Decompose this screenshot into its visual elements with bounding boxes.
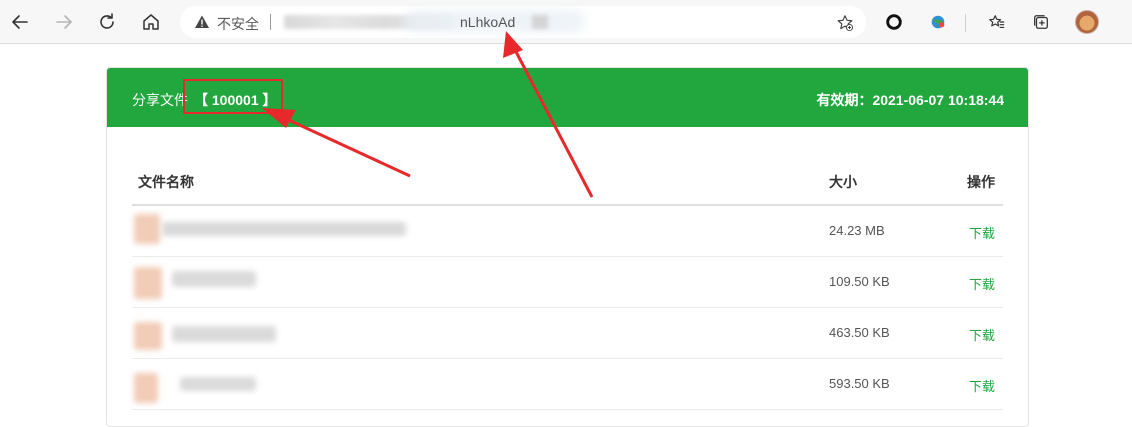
add-favorite-icon[interactable] [834,12,856,34]
file-icon-redacted [134,214,160,244]
download-link[interactable]: 下载 [969,274,995,293]
download-link[interactable]: 下载 [969,325,995,344]
file-icon-redacted [134,373,158,403]
file-size: 24.23 MB [829,223,885,238]
collections-icon[interactable] [1027,8,1055,36]
share-card: 分享文件 【 100001 】 有效期：2021-06-07 10:18:44 … [106,67,1029,427]
table-row: 24.23 MB 下载 [132,206,1003,257]
file-name-redacted [172,271,256,287]
forward-arrow-icon[interactable] [50,8,78,36]
table-row: 463.50 KB 下载 [132,308,1003,359]
home-icon[interactable] [137,8,165,36]
header-size: 大小 [829,174,857,190]
header-action: 操作 [967,174,995,190]
file-size: 109.50 KB [829,274,890,289]
file-size: 593.50 KB [829,376,890,391]
expiry-text: 有效期：2021-06-07 10:18:44 [816,92,1004,108]
header-filename: 文件名称 [138,174,194,190]
favorites-icon[interactable] [983,8,1011,36]
extension-globe-icon[interactable] [924,8,952,36]
download-link[interactable]: 下载 [969,376,995,395]
back-arrow-icon[interactable] [6,8,34,36]
extension-circle-icon[interactable] [880,8,908,36]
file-name-redacted [172,326,276,342]
table-row: 593.50 KB 下载 [132,359,1003,410]
toolbar-divider [965,14,966,32]
address-bar[interactable]: 不安全 nLhkoAd [180,6,866,38]
row-divider [132,409,1003,410]
url-redacted-tail [532,15,548,29]
reload-icon[interactable] [93,8,121,36]
browser-toolbar: 不安全 nLhkoAd [0,0,1132,44]
address-divider [270,14,271,30]
insecure-label[interactable]: 不安全 [217,14,259,34]
table-row: 109.50 KB 下载 [132,257,1003,308]
url-text[interactable]: nLhkoAd [460,14,515,30]
file-name-redacted [162,222,406,236]
warning-icon[interactable] [194,14,210,30]
file-icon-redacted [134,322,162,350]
file-icon-redacted [134,267,162,299]
annotation-box [183,79,283,114]
file-size: 463.50 KB [829,325,890,340]
download-link[interactable]: 下载 [969,223,995,242]
file-name-redacted [180,377,256,391]
share-title-prefix: 分享文件 [132,92,188,108]
profile-avatar[interactable] [1073,8,1101,36]
